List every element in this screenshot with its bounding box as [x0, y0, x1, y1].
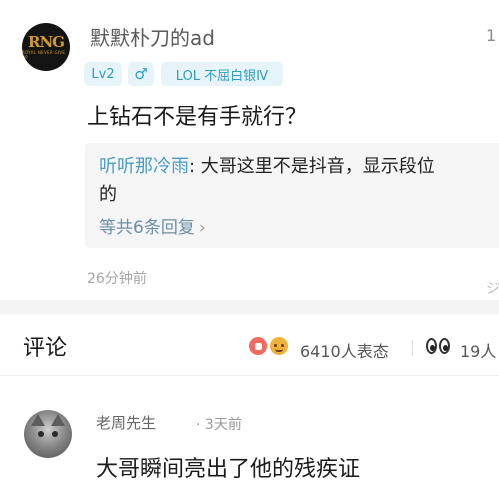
user-avatar[interactable]: RNG ROYAL NEVER GIVE UP [22, 23, 70, 71]
section-divider [0, 300, 499, 314]
game-rank-badge[interactable]: LOL 不屈白银Ⅳ [161, 62, 283, 86]
time-text: 3天前 [204, 417, 242, 433]
cat-avatar-icon[interactable] [24, 410, 72, 458]
comment-username[interactable]: 老周先生 [96, 412, 156, 433]
comment-time: 26分钟前 [87, 271, 147, 287]
viewers-count[interactable]: 19人 [460, 338, 496, 362]
reply-text-continued: 的 [99, 184, 117, 205]
reply-preview[interactable]: 听听那冷雨: 大哥这里不是抖音，显示段位 的 等共6条回复 › [85, 143, 499, 248]
smile-emoji-icon[interactable] [268, 335, 290, 357]
reply-author[interactable]: 听听那冷雨 [99, 156, 189, 177]
username-text: 老周先生 [96, 414, 157, 432]
male-icon: ♂ [128, 62, 154, 86]
comment-text: 上钻石不是有手就行？ [87, 105, 308, 130]
comment-text: 大哥瞬间亮出了他的残疾证 [96, 457, 361, 482]
chevron-right-icon: › [198, 218, 206, 238]
level-badge: Lv2 [84, 62, 122, 86]
more-replies-label: 等共6条回复 [99, 218, 195, 238]
team-logo-icon: RNG [28, 32, 65, 51]
team-logo-caption: ROYAL NEVER GIVE UP [22, 49, 66, 60]
reply-separator: : [189, 156, 201, 177]
time-separator: · [196, 417, 201, 433]
comments-header-bar: 评论 6410人表态 19人 [0, 314, 499, 376]
view-more-replies-link[interactable]: 等共6条回复 › [99, 215, 206, 241]
comment-time: · 3天前 [196, 414, 242, 434]
partial-glyph: ジ [486, 281, 499, 297]
vertical-divider [412, 340, 413, 356]
eyes-icon[interactable] [426, 336, 452, 356]
floor-number: 1 [486, 26, 497, 45]
reply-first-line: 听听那冷雨: 大哥这里不是抖音，显示段位 [99, 153, 435, 181]
like-icon[interactable] [247, 335, 269, 357]
comment-card: RNG ROYAL NEVER GIVE UP 默默朴刀的ad 1 Lv2 ♂ … [0, 0, 499, 300]
reaction-count[interactable]: 6410人表态 [300, 338, 389, 362]
reply-text: 大哥这里不是抖音，显示段位 [200, 156, 435, 177]
username[interactable]: 默默朴刀的ad [90, 22, 215, 51]
comments-title: 评论 [23, 336, 68, 361]
